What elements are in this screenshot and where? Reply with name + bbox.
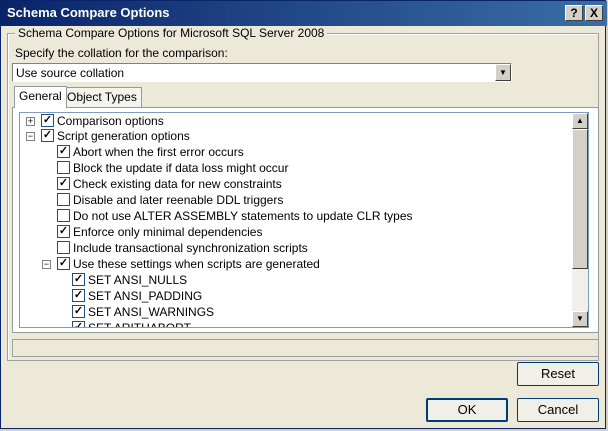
- checkbox[interactable]: ✓: [57, 145, 70, 158]
- options-tree: + ✓ Comparison options − ✓ Script genera…: [19, 112, 589, 328]
- tree-item-label: Do not use ALTER ASSEMBLY statements to …: [73, 209, 413, 223]
- scroll-down-icon[interactable]: ▼: [572, 311, 588, 327]
- vertical-scrollbar[interactable]: ▲ ▼: [572, 113, 588, 327]
- ok-button[interactable]: OK: [426, 398, 508, 422]
- tree-item-label: SET ANSI_PADDING: [88, 289, 203, 303]
- collapse-icon[interactable]: −: [42, 260, 51, 269]
- tab-object-types[interactable]: Object Types: [62, 87, 142, 107]
- tree-item-label: SET ANSI_WARNINGS: [88, 305, 215, 319]
- title-bar[interactable]: Schema Compare Options ? X: [1, 1, 607, 26]
- checkbox[interactable]: ✓: [57, 257, 70, 270]
- tree-item-label: Script generation options: [57, 129, 190, 143]
- option-description-box: [12, 339, 599, 357]
- collation-label: Specify the collation for the comparison…: [15, 46, 228, 60]
- tree-item-label: SET ANSI_NULLS: [88, 273, 188, 287]
- tree-item-label: Abort when the first error occurs: [73, 145, 244, 159]
- checkbox[interactable]: ✓: [41, 129, 54, 142]
- groupbox-title: Schema Compare Options for Microsoft SQL…: [15, 26, 328, 40]
- tree-item-label: Include transactional synchronization sc…: [73, 241, 308, 255]
- expand-icon[interactable]: +: [26, 117, 35, 126]
- tree-item-label: Enforce only minimal dependencies: [73, 225, 263, 239]
- checkbox[interactable]: [57, 241, 70, 254]
- checkbox[interactable]: ✓: [72, 321, 85, 327]
- checkbox[interactable]: ✓: [57, 177, 70, 190]
- tree-item-label: Check existing data for new constraints: [73, 177, 282, 191]
- checkbox[interactable]: [57, 161, 70, 174]
- collation-selected-value: Use source collation: [16, 66, 125, 80]
- checkbox[interactable]: ✓: [41, 114, 54, 127]
- tree-item-label: Disable and later reenable DDL triggers: [73, 193, 284, 207]
- reset-button[interactable]: Reset: [517, 362, 599, 386]
- dropdown-arrow-icon[interactable]: ▼: [495, 64, 511, 81]
- window-title: Schema Compare Options: [7, 5, 170, 20]
- tree-item-label: Use these settings when scripts are gene…: [73, 257, 320, 271]
- checkbox[interactable]: ✓: [57, 225, 70, 238]
- tree-item-label: SET ARITHABORT: [88, 321, 191, 328]
- checkbox[interactable]: [57, 209, 70, 222]
- collapse-icon[interactable]: −: [26, 132, 35, 141]
- scroll-thumb[interactable]: [572, 129, 588, 269]
- checkbox[interactable]: ✓: [72, 289, 85, 302]
- schema-compare-options-dialog: Schema Compare Options ? X Schema Compar…: [0, 0, 607, 429]
- tree-item-label: Block the update if data loss might occu…: [73, 161, 289, 175]
- help-button[interactable]: ?: [565, 5, 583, 21]
- checkbox[interactable]: ✓: [72, 305, 85, 318]
- checkbox[interactable]: [57, 193, 70, 206]
- collation-select[interactable]: Use source collation ▼: [12, 63, 512, 82]
- scroll-up-icon[interactable]: ▲: [572, 113, 588, 129]
- close-button[interactable]: X: [585, 5, 603, 21]
- tab-general[interactable]: General: [14, 86, 67, 108]
- checkbox[interactable]: ✓: [72, 273, 85, 286]
- cancel-button[interactable]: Cancel: [517, 398, 599, 422]
- tree-item-label: Comparison options: [57, 114, 164, 128]
